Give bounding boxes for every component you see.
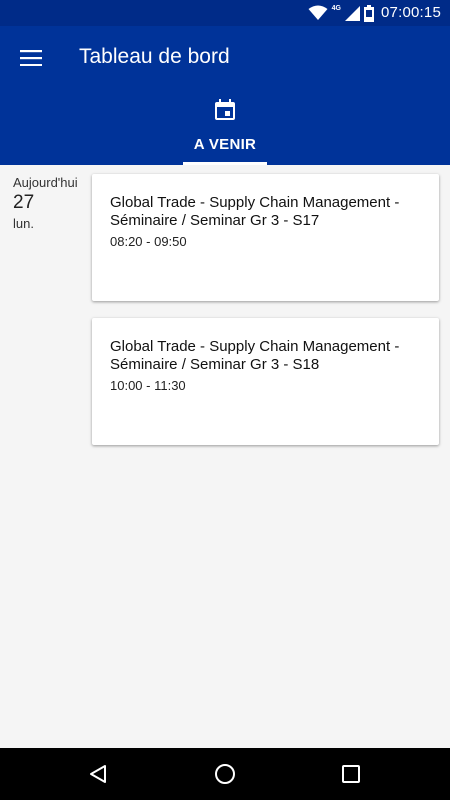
signal-icon	[345, 6, 360, 21]
event-time: 08:20 - 09:50	[110, 234, 187, 249]
status-icons: 4G	[308, 4, 374, 22]
app-bar: Tableau de bord A VENIR	[0, 26, 450, 165]
tab-upcoming[interactable]: A VENIR	[183, 94, 267, 165]
event-title: Global Trade - Supply Chain Management -…	[110, 338, 400, 373]
recent-apps-button[interactable]	[337, 760, 365, 788]
home-icon	[215, 764, 235, 784]
tab-upcoming-label: A VENIR	[193, 136, 257, 153]
event-card[interactable]: Global Trade - Supply Chain Management -…	[92, 318, 439, 445]
event-title: Global Trade - Supply Chain Management -…	[110, 194, 400, 229]
recent-apps-icon	[342, 765, 360, 783]
schedule-list[interactable]: Aujourd'hui 27 lun. Global Trade - Suppl…	[0, 165, 450, 748]
menu-icon	[20, 50, 42, 66]
wifi-icon	[308, 5, 328, 20]
home-button[interactable]	[211, 760, 239, 788]
event-time: 10:00 - 11:30	[110, 378, 186, 393]
battery-icon	[364, 4, 374, 22]
page-title: Tableau de bord	[79, 45, 230, 68]
status-time: 07:00:15	[381, 4, 441, 21]
day-header: Aujourd'hui 27 lun.	[13, 175, 78, 231]
back-icon	[90, 765, 106, 783]
day-relative-label: Aujourd'hui	[13, 175, 78, 190]
day-weekday: lun.	[13, 216, 34, 231]
menu-button[interactable]	[15, 42, 47, 74]
network-type-label: 4G	[331, 4, 341, 12]
back-button[interactable]	[84, 760, 112, 788]
day-number: 27	[13, 192, 35, 213]
status-bar: 4G 07:00:15	[0, 0, 450, 26]
calendar-icon	[215, 99, 235, 120]
navigation-bar	[0, 748, 450, 800]
event-card[interactable]: Global Trade - Supply Chain Management -…	[92, 174, 439, 301]
